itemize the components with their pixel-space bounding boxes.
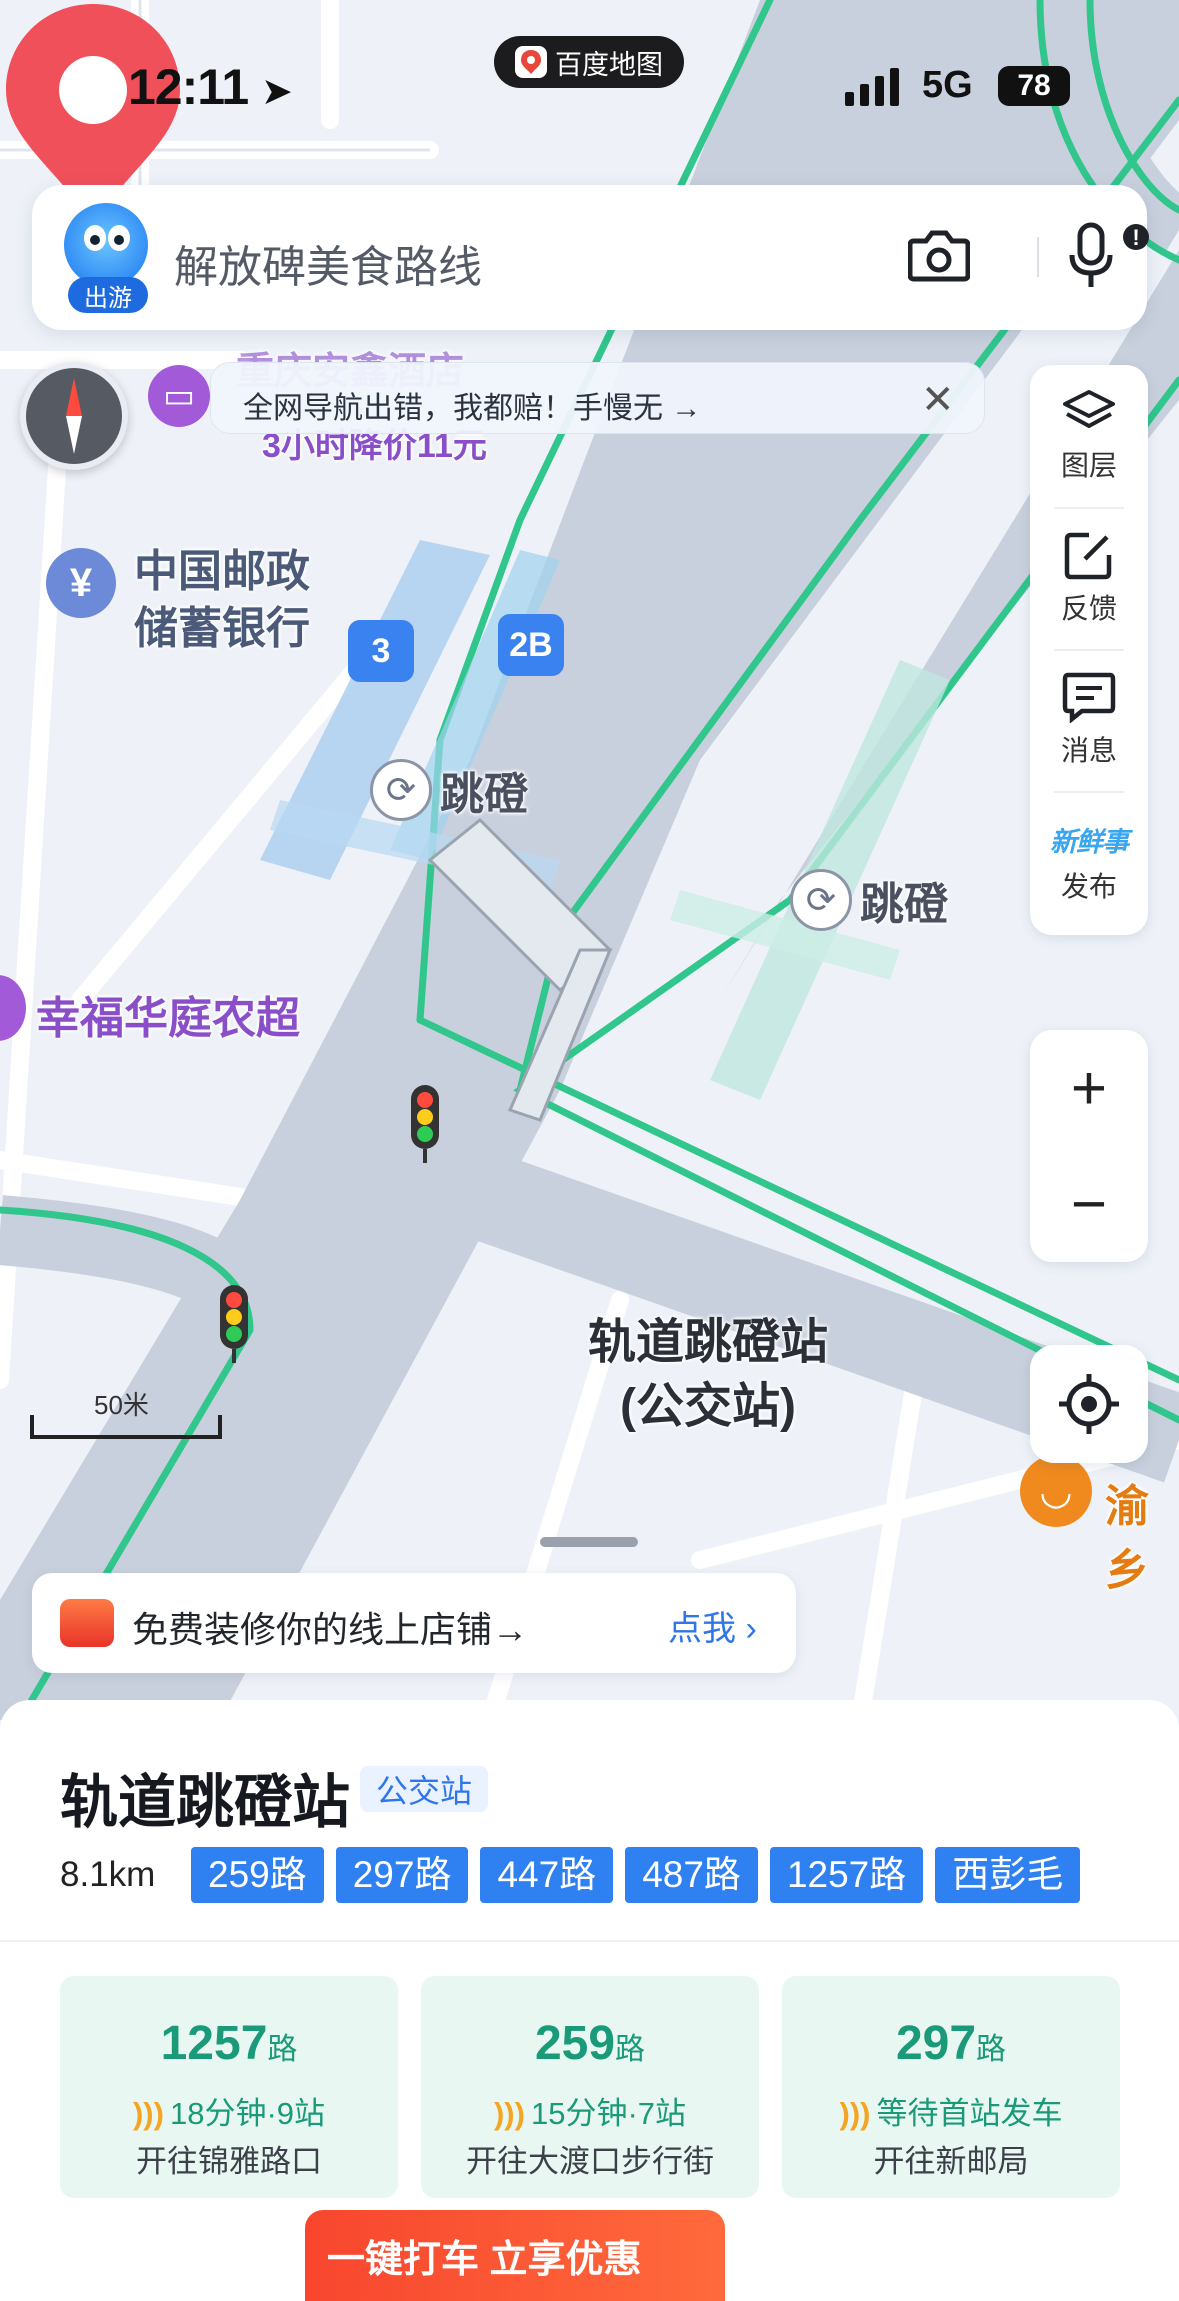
bus-direction: 开往大渡口步行街 xyxy=(466,2144,714,2179)
edit-icon xyxy=(1064,532,1112,580)
sheet-drag-handle[interactable] xyxy=(540,1537,638,1547)
crosshair-icon xyxy=(1059,1374,1119,1434)
route-chip[interactable]: 259路 xyxy=(191,1847,324,1903)
messages-label: 消息 xyxy=(1060,735,1117,766)
bus-direction: 开往新邮局 xyxy=(873,2144,1029,2179)
publish-button[interactable]: 新鲜事 发布 xyxy=(1030,791,1148,933)
hotel-poi[interactable]: ▭ xyxy=(148,365,210,427)
message-icon xyxy=(1062,672,1116,723)
cellular-signal-icon xyxy=(845,66,899,106)
compass-icon xyxy=(66,378,82,454)
metro-transfer-icon: ⟳ xyxy=(370,759,432,821)
zoom-controls: + − xyxy=(1030,1030,1148,1262)
map-scale: 50米 xyxy=(30,1385,225,1440)
search-input[interactable]: 解放碑美食路线 xyxy=(174,231,482,295)
shop-promo-text: 免费装修你的线上店铺→ xyxy=(132,1609,529,1650)
zoom-out-button[interactable]: − xyxy=(1030,1146,1148,1262)
bus-direction: 开往锦雅路口 xyxy=(136,2144,322,2179)
metro-entrance-2b[interactable]: 2B xyxy=(498,614,564,676)
bus-route-number: 259路 xyxy=(534,2017,646,2070)
market-name: 幸福华庭农超 xyxy=(36,994,300,1043)
taxi-promo-text: 一键打车 立享优惠 xyxy=(327,2239,642,2281)
bus-eta: ))) 等待首站发车 xyxy=(839,2096,1063,2131)
stop-type-badge: 公交站 xyxy=(360,1766,489,1812)
back-to-app-pill[interactable]: 百度地图 xyxy=(494,36,684,88)
shop-promo-chip[interactable]: 免费装修你的线上店铺→ 点我 › xyxy=(32,1573,796,1673)
bank-name-line1: 中国邮政 xyxy=(134,547,310,596)
bus-arrival-card[interactable]: 259路 ))) 15分钟·7站 开往大渡口步行街 xyxy=(421,1976,759,2198)
metro-entrance-3[interactable]: 3 xyxy=(348,620,414,682)
svg-text:!: ! xyxy=(1132,225,1139,250)
metro-station-b[interactable]: ⟳ 跳磴 xyxy=(790,868,948,932)
avatar-tag: 出游 xyxy=(68,277,148,313)
taxi-promo-button[interactable]: 一键打车 立享优惠 xyxy=(305,2210,725,2301)
layers-label: 图层 xyxy=(1060,450,1117,481)
hotel-icon: ▭ xyxy=(148,365,210,427)
status-time: 12:11 ➤ xyxy=(128,59,293,115)
stop-distance: 8.1km xyxy=(60,1855,156,1894)
bus-route-number: 1257路 xyxy=(160,2017,298,2070)
red-envelope-icon xyxy=(60,1599,114,1647)
bus-arrival-card[interactable]: 1257路 ))) 18分钟·9站 开往锦雅路口 xyxy=(60,1976,398,2198)
bus-eta: ))) 18分钟·9站 xyxy=(132,2096,326,2131)
route-chip-list: 259路 297路 447路 487路 1257路 西彭毛 xyxy=(191,1847,1119,1903)
zoom-in-button[interactable]: + xyxy=(1030,1030,1148,1146)
map-tools-panel: 图层 反馈 消息 新鲜事 发布 xyxy=(1030,365,1148,935)
bus-eta: ))) 15分钟·7站 xyxy=(493,2096,687,2131)
location-arrow-icon: ➤ xyxy=(261,71,293,113)
close-icon[interactable]: ✕ xyxy=(921,377,955,423)
bus-arrival-card[interactable]: 297路 ))) 等待首站发车 开往新邮局 xyxy=(782,1976,1120,2198)
bus-route-number: 297路 xyxy=(895,2017,1007,2070)
bank-name-line2: 储蓄银行 xyxy=(134,604,310,653)
baidu-map-logo-icon xyxy=(515,46,547,78)
battery-icon: 78 xyxy=(998,66,1070,106)
search-bar[interactable]: 出游 解放碑美食路线 ! xyxy=(32,185,1149,330)
feedback-button[interactable]: 反馈 xyxy=(1030,507,1148,649)
stop-name: 轨道跳磴站 xyxy=(60,1770,351,1835)
station-b-name: 跳磴 xyxy=(860,880,948,929)
chevron-right-icon: › xyxy=(745,1610,757,1648)
route-chip[interactable]: 1257路 xyxy=(769,1847,924,1903)
yen-icon: ¥ xyxy=(46,548,116,618)
feedback-label: 反馈 xyxy=(1060,593,1117,624)
realtime-signal-icon: ))) xyxy=(839,2096,871,2131)
shop-promo-action[interactable]: 点我 › xyxy=(668,1601,757,1650)
app-name: 百度地图 xyxy=(555,49,663,80)
layers-icon xyxy=(1063,390,1115,428)
metro-station-a[interactable]: ⟳ 跳磴 xyxy=(370,758,528,822)
search-divider xyxy=(1037,237,1039,277)
promo-banner[interactable]: 全网导航出错，我都赔！手慢无 → ✕ xyxy=(210,362,985,434)
camera-icon[interactable] xyxy=(908,227,970,283)
scale-bar xyxy=(30,1415,222,1439)
microphone-icon[interactable]: ! xyxy=(1044,219,1154,299)
sheet-divider xyxy=(0,1940,1179,1942)
status-bar: 12:11 ➤ 百度地图 5G 78 xyxy=(0,0,1179,170)
metro-transfer-icon: ⟳ xyxy=(790,869,852,931)
xinxianshi-icon: 新鲜事 xyxy=(1050,826,1129,857)
publish-label: 发布 xyxy=(1060,870,1117,902)
messages-button[interactable]: 消息 xyxy=(1030,649,1148,791)
noodle-bowl-icon: ◡ xyxy=(1020,1455,1092,1527)
restaurant-poi[interactable]: ◡ xyxy=(1020,1455,1092,1527)
network-type: 5G xyxy=(922,64,973,106)
banner-text: 全网导航出错，我都赔！手慢无 → xyxy=(243,392,702,425)
route-chip[interactable]: 西彭毛 xyxy=(935,1847,1081,1903)
route-chip[interactable]: 487路 xyxy=(625,1847,758,1903)
bank-poi[interactable]: ¥ xyxy=(46,548,116,632)
station-a-name: 跳磴 xyxy=(440,770,528,819)
layers-button[interactable]: 图层 xyxy=(1030,365,1148,507)
restaurant-name: 渝乡 xyxy=(1105,1482,1149,1595)
compass-button[interactable] xyxy=(20,362,128,470)
pin-label-line2: (公交站) xyxy=(620,1380,796,1433)
locate-me-button[interactable] xyxy=(1030,1345,1148,1463)
pin-label-line1: 轨道跳磴站 xyxy=(588,1316,829,1369)
travel-mascot-avatar[interactable] xyxy=(64,203,148,287)
route-chip[interactable]: 447路 xyxy=(480,1847,614,1903)
realtime-signal-icon: ))) xyxy=(493,2096,525,2131)
realtime-signal-icon: ))) xyxy=(132,2096,164,2131)
route-chip[interactable]: 297路 xyxy=(335,1847,469,1903)
